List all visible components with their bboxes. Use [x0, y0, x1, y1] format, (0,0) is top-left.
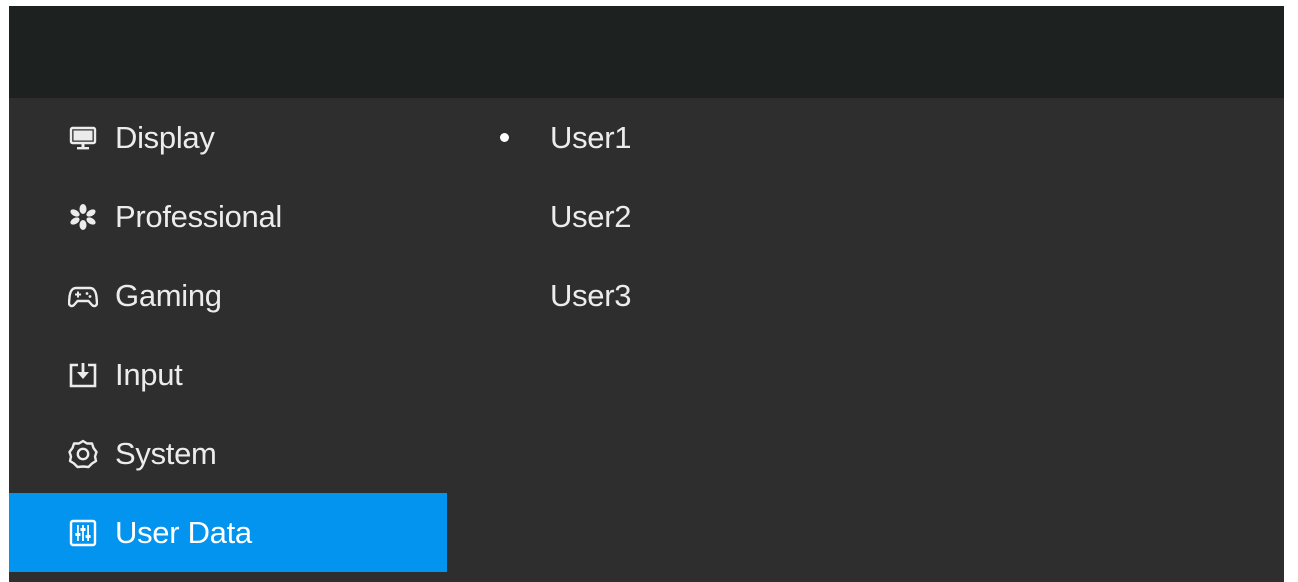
sliders-icon: [68, 518, 98, 548]
submenu-item-user1[interactable]: User1: [493, 98, 632, 177]
menu-item-gaming[interactable]: Gaming: [9, 256, 447, 335]
submenu-item-user2[interactable]: User2: [493, 177, 632, 256]
selected-dot-icon: [493, 127, 515, 149]
menu-item-label: System: [115, 436, 217, 471]
menu-item-label: User Data: [115, 515, 252, 550]
menu-item-label: Input: [115, 357, 183, 392]
gamepad-icon: [68, 281, 98, 311]
menu-item-label: Display: [115, 120, 215, 155]
menu-item-display[interactable]: Display: [9, 98, 447, 177]
unselected-dot-icon: [493, 285, 515, 307]
submenu-item-user3[interactable]: User3: [493, 256, 632, 335]
submenu-item-label: User2: [550, 198, 632, 234]
menu-item-label: Gaming: [115, 278, 222, 313]
menu-item-input[interactable]: Input: [9, 335, 447, 414]
submenu-item-label: User1: [550, 119, 632, 155]
osd-header-bar: [9, 6, 1284, 98]
menu-item-label: Professional: [115, 199, 282, 234]
main-menu: Display Professional Gaming Input System…: [9, 98, 447, 572]
submenu-item-label: User3: [550, 277, 632, 313]
gear-icon: [68, 439, 98, 469]
unselected-dot-icon: [493, 206, 515, 228]
user-data-submenu: User1 User2 User3: [493, 98, 632, 335]
aperture-icon: [68, 202, 98, 232]
menu-item-system[interactable]: System: [9, 414, 447, 493]
input-icon: [68, 360, 98, 390]
monitor-icon: [68, 123, 98, 153]
menu-item-professional[interactable]: Professional: [9, 177, 447, 256]
osd-menu: Display Professional Gaming Input System…: [9, 6, 1284, 582]
menu-item-user-data[interactable]: User Data: [9, 493, 447, 572]
